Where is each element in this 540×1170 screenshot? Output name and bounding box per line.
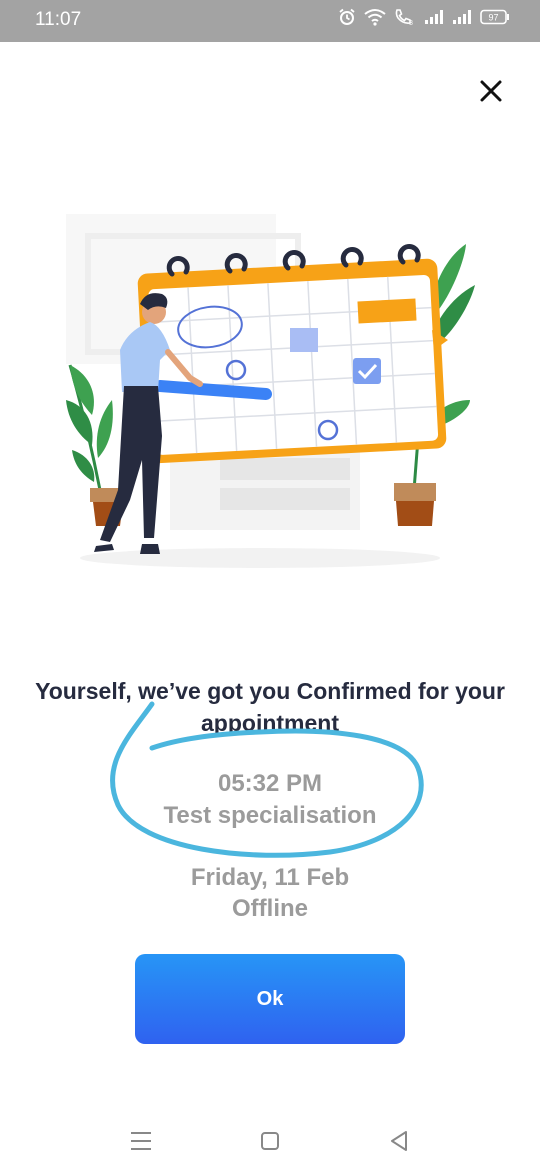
alarm-icon	[339, 8, 355, 25]
menu-icon[interactable]	[126, 1126, 156, 1156]
battery-icon: 97	[480, 9, 509, 25]
signal-icon	[453, 10, 471, 24]
status-time: 11:07	[35, 9, 82, 30]
confirmation-title: Yourself, we’ve got you Confirmed for yo…	[35, 678, 505, 736]
appointment-specialisation: Test specialisation	[163, 802, 377, 829]
battery-level: 97	[488, 13, 498, 23]
appointment-mode: Offline	[232, 895, 308, 922]
back-icon[interactable]	[384, 1126, 414, 1156]
ok-button[interactable]: Ok	[135, 954, 405, 1044]
home-icon[interactable]	[255, 1126, 285, 1156]
appointment-time: 05:32 PM	[217, 770, 323, 797]
status-bar: 11:07 8 97	[0, 0, 540, 42]
signal-icon	[425, 10, 443, 24]
calendar-appointment-illustration	[66, 214, 475, 568]
close-icon[interactable]	[470, 70, 512, 112]
status-icons: 8 97	[338, 8, 510, 26]
navigation-bar	[0, 1110, 540, 1170]
volte-call-icon: 8	[395, 9, 413, 26]
svg-text:8: 8	[409, 20, 413, 26]
appointment-date: Friday, 11 Feb	[190, 864, 350, 891]
wifi-icon	[364, 9, 386, 26]
